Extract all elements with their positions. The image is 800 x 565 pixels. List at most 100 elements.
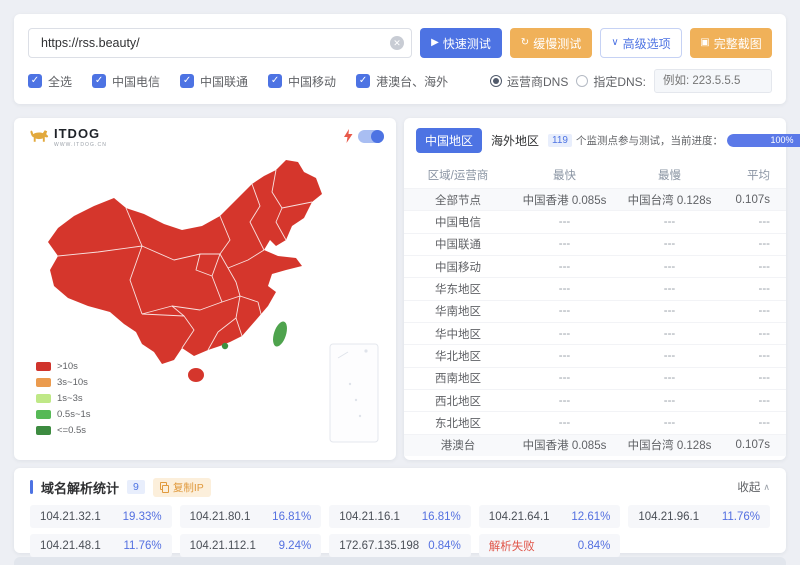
- legend-label: 1s~3s: [57, 393, 83, 404]
- legend-swatch: [36, 378, 51, 387]
- custom-dns-input[interactable]: [654, 69, 772, 93]
- checkbox-checked-icon: ✓: [180, 74, 194, 88]
- copy-icon: [160, 482, 169, 492]
- legend-swatch: [36, 426, 51, 435]
- map-legend: >10s 3s~10s 1s~3s 0.5s~1s <=0.5s: [36, 361, 91, 436]
- dns-stats-panel: 域名解析统计 9 复制IP 收起 ∧ 104.21.32.1 19.33% 10…: [14, 468, 786, 553]
- header-region: 区域/运营商: [404, 167, 512, 183]
- dog-icon: [28, 127, 51, 144]
- results-table: 区域/运营商 最快 最慢 平均 全部节点 中国香港 0.085s 中国台湾 0.…: [404, 162, 786, 456]
- ip-distribution-grid: 104.21.32.1 19.33% 104.21.80.1 16.81% 10…: [30, 505, 770, 557]
- ip-stat-item: 104.21.80.1 16.81%: [180, 505, 322, 528]
- table-header-row: 区域/运营商 最快 最慢 平均: [404, 162, 786, 188]
- node-count-badge: 119: [548, 134, 572, 147]
- chevron-down-icon: ∨: [611, 38, 618, 48]
- header-slowest: 最慢: [617, 167, 722, 183]
- legend-item: 3s~10s: [36, 377, 91, 388]
- legend-swatch: [36, 394, 51, 403]
- radio-carrier-dns[interactable]: 运营商DNS: [490, 73, 568, 90]
- tab-china-region[interactable]: 中国地区: [416, 128, 482, 153]
- slow-test-button[interactable]: ↻ 缓慢测试: [510, 28, 592, 58]
- logo-subtitle: WWW.ITDOG.CN: [54, 142, 107, 148]
- history-icon: ↻: [521, 38, 529, 48]
- carrier-checkbox[interactable]: ✓ 中国移动: [268, 73, 336, 90]
- table-row: 中国联通 --- --- ---: [404, 233, 786, 255]
- legend-item: 0.5s~1s: [36, 409, 91, 420]
- carrier-checkbox-group: ✓ 全选 ✓ 中国电信 ✓ 中国联通 ✓ 中国移动 ✓ 港澳台、海外: [28, 73, 448, 90]
- hongkong-region: [222, 343, 228, 349]
- table-row: 华南地区 --- --- ---: [404, 300, 786, 322]
- table-row: 全部节点 中国香港 0.085s 中国台湾 0.128s 0.107s: [404, 188, 786, 210]
- chevron-up-icon: ∧: [763, 482, 770, 493]
- results-panel: 中国地区 海外地区 119 个监测点参与测试，当前进度： 100% 区域/运营商…: [404, 118, 786, 460]
- advanced-options-button[interactable]: ∨ 高级选项: [600, 28, 682, 58]
- checkbox-checked-icon: ✓: [268, 74, 282, 88]
- logo-title: ITDOG: [54, 127, 107, 140]
- taiwan-region: [270, 320, 289, 348]
- full-screenshot-button[interactable]: ▣ 完整截图: [690, 28, 772, 58]
- quick-test-button[interactable]: ▶ 快速测试: [420, 28, 502, 58]
- progress-bar: 100%: [727, 134, 800, 147]
- south-china-sea-inset: [330, 344, 378, 442]
- ip-stat-item: 104.21.96.1 11.76%: [628, 505, 770, 528]
- table-row: 东北地区 --- --- ---: [404, 411, 786, 433]
- copy-ip-button[interactable]: 复制IP: [153, 478, 211, 497]
- carrier-checkbox[interactable]: ✓ 港澳台、海外: [356, 73, 448, 90]
- dns-option-group: 运营商DNS 指定DNS:: [490, 69, 772, 93]
- legend-item: <=0.5s: [36, 425, 91, 436]
- legend-swatch: [36, 410, 51, 419]
- play-icon: ▶: [431, 38, 439, 48]
- itdog-logo: ITDOG WWW.ITDOG.CN: [28, 127, 107, 148]
- test-control-panel: ✕ ▶ 快速测试 ↻ 缓慢测试 ∨ 高级选项 ▣ 完整截图 ✓ 全选 ✓: [14, 14, 786, 104]
- table-row: 港澳台 中国香港 0.085s 中国台湾 0.128s 0.107s: [404, 434, 786, 456]
- header-fastest: 最快: [512, 167, 617, 183]
- table-row: 华中地区 --- --- ---: [404, 322, 786, 344]
- legend-swatch: [36, 362, 51, 371]
- legend-label: 3s~10s: [57, 377, 88, 388]
- table-row: 中国电信 --- --- ---: [404, 210, 786, 232]
- map-panel: ITDOG WWW.ITDOG.CN: [14, 118, 396, 460]
- legend-label: >10s: [57, 361, 78, 372]
- test-progress-summary: 119 个监测点参与测试，当前进度： 100%: [548, 133, 800, 148]
- clear-input-icon[interactable]: ✕: [390, 36, 404, 50]
- carrier-checkbox[interactable]: ✓ 全选: [28, 73, 72, 90]
- legend-label: 0.5s~1s: [57, 409, 91, 420]
- table-row: 西南地区 --- --- ---: [404, 367, 786, 389]
- header-average: 平均: [722, 167, 786, 183]
- ip-count-badge: 9: [127, 480, 145, 494]
- collapse-button[interactable]: 收起 ∧: [737, 479, 770, 495]
- ip-stat-item: 104.21.16.1 16.81%: [329, 505, 471, 528]
- radio-custom-dns[interactable]: 指定DNS:: [576, 73, 646, 90]
- ip-stat-item: 104.21.32.1 19.33%: [30, 505, 172, 528]
- screenshot-icon: ▣: [700, 38, 709, 48]
- title-accent-bar: [30, 480, 33, 494]
- checkbox-checked-icon: ✓: [356, 74, 370, 88]
- bolt-icon: [344, 129, 353, 143]
- legend-item: >10s: [36, 361, 91, 372]
- ip-stat-item: 104.21.48.1 11.76%: [30, 534, 172, 557]
- radio-icon: [490, 75, 502, 87]
- carrier-checkbox[interactable]: ✓ 中国电信: [92, 73, 160, 90]
- hainan-region: [188, 368, 204, 382]
- legend-item: 1s~3s: [36, 393, 91, 404]
- table-row: 华东地区 --- --- ---: [404, 277, 786, 299]
- radio-icon: [576, 75, 588, 87]
- summary-text: 个监测点参与测试，当前进度：: [576, 133, 723, 148]
- ip-stat-item: 172.67.135.198 0.84%: [329, 534, 471, 557]
- map-mode-toggle[interactable]: [358, 130, 384, 143]
- itdog-speedtest-page: ✕ ▶ 快速测试 ↻ 缓慢测试 ∨ 高级选项 ▣ 完整截图 ✓ 全选 ✓: [0, 0, 800, 565]
- table-row: 中国移动 --- --- ---: [404, 255, 786, 277]
- ip-stat-item: 104.21.112.1 9.24%: [180, 534, 322, 557]
- legend-label: <=0.5s: [57, 425, 86, 436]
- table-row: 西北地区 --- --- ---: [404, 389, 786, 411]
- dns-stats-title: 域名解析统计: [41, 478, 119, 497]
- ip-stat-item: 解析失败 0.84%: [479, 534, 621, 557]
- ip-stat-item: 104.21.64.1 12.61%: [479, 505, 621, 528]
- next-section-strip: [14, 557, 786, 565]
- table-row: 华北地区 --- --- ---: [404, 344, 786, 366]
- url-input[interactable]: [28, 28, 412, 58]
- checkbox-checked-icon: ✓: [92, 74, 106, 88]
- checkbox-checked-icon: ✓: [28, 74, 42, 88]
- carrier-checkbox[interactable]: ✓ 中国联通: [180, 73, 248, 90]
- tab-overseas-region[interactable]: 海外地区: [482, 128, 548, 153]
